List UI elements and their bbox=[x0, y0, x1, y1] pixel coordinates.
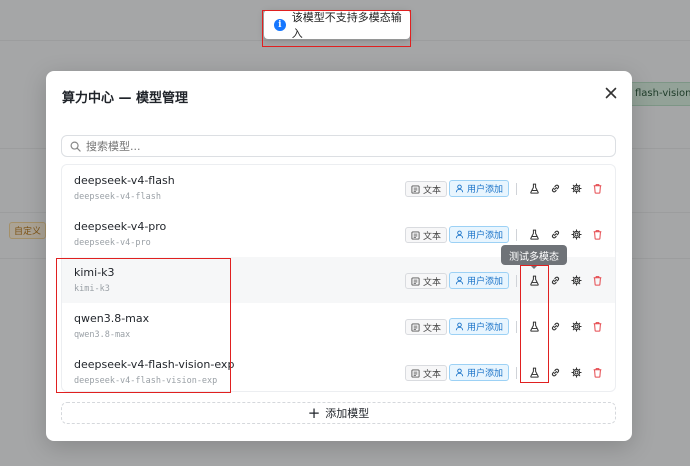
type-tag: 文本 bbox=[405, 365, 448, 381]
model-id: deepseek-v4-flash bbox=[74, 192, 161, 202]
action-divider bbox=[516, 275, 517, 287]
delete-button[interactable] bbox=[589, 272, 605, 288]
text-icon bbox=[411, 184, 420, 194]
trash-icon bbox=[593, 229, 601, 240]
action-divider bbox=[516, 229, 517, 241]
search-icon bbox=[70, 141, 81, 152]
gear-icon bbox=[570, 228, 582, 240]
flask-icon bbox=[529, 183, 539, 194]
type-tag: 文本 bbox=[405, 181, 448, 197]
action-divider bbox=[516, 367, 517, 379]
trash-icon bbox=[593, 321, 601, 332]
type-tag-label: 文本 bbox=[423, 231, 442, 242]
type-tag: 文本 bbox=[405, 227, 448, 243]
model-name: deepseek-v4-flash bbox=[74, 174, 175, 187]
text-icon bbox=[411, 276, 420, 286]
settings-button[interactable] bbox=[568, 180, 584, 196]
source-tag: 用户添加 bbox=[449, 318, 510, 335]
source-tag-label: 用户添加 bbox=[467, 277, 504, 287]
link-icon bbox=[551, 184, 559, 192]
action-divider bbox=[516, 321, 517, 333]
source-tag: 用户添加 bbox=[449, 364, 510, 381]
user-icon bbox=[455, 368, 464, 377]
source-tag-label: 用户添加 bbox=[467, 323, 504, 333]
link-icon bbox=[551, 230, 559, 238]
type-tag: 文本 bbox=[405, 273, 448, 289]
delete-button[interactable] bbox=[589, 364, 605, 380]
flask-icon bbox=[529, 229, 539, 240]
type-tag-label: 文本 bbox=[423, 323, 442, 334]
user-icon bbox=[455, 184, 464, 193]
model-name: deepseek-v4-pro bbox=[74, 220, 167, 233]
add-model-button[interactable]: + 添加模型 bbox=[61, 402, 616, 424]
gear-icon bbox=[570, 182, 582, 194]
dialog-title: 算力中心 — 模型管理 bbox=[62, 91, 189, 106]
delete-button[interactable] bbox=[589, 318, 605, 334]
source-tag: 用户添加 bbox=[449, 272, 510, 289]
source-tag-label: 用户添加 bbox=[467, 185, 504, 195]
test-multimodal-tooltip: 测试多模态 bbox=[501, 245, 567, 269]
text-icon bbox=[411, 322, 420, 332]
highlight-box-test-buttons bbox=[520, 265, 549, 383]
gear-icon bbox=[570, 366, 582, 378]
link-button[interactable] bbox=[547, 364, 563, 380]
plus-icon: + bbox=[307, 403, 321, 422]
settings-button[interactable] bbox=[568, 272, 584, 288]
model-id: deepseek-v4-pro bbox=[74, 238, 151, 248]
text-icon bbox=[411, 368, 420, 378]
delete-button[interactable] bbox=[589, 226, 605, 242]
gear-icon bbox=[570, 274, 582, 286]
text-icon bbox=[411, 230, 420, 240]
highlight-box-models bbox=[56, 258, 231, 393]
type-tag-label: 文本 bbox=[423, 369, 442, 380]
delete-button[interactable] bbox=[589, 180, 605, 196]
user-icon bbox=[455, 230, 464, 239]
trash-icon bbox=[593, 275, 601, 286]
type-tag-label: 文本 bbox=[423, 185, 442, 196]
type-tag: 文本 bbox=[405, 319, 448, 335]
add-model-label: 添加模型 bbox=[325, 407, 370, 420]
search-input[interactable] bbox=[86, 139, 615, 153]
test-multimodal-button[interactable] bbox=[526, 226, 542, 242]
settings-button[interactable] bbox=[568, 318, 584, 334]
settings-button[interactable] bbox=[568, 364, 584, 380]
search-box[interactable] bbox=[61, 135, 616, 157]
link-button[interactable] bbox=[547, 180, 563, 196]
link-icon bbox=[551, 276, 559, 284]
link-button[interactable] bbox=[547, 272, 563, 288]
user-icon bbox=[455, 322, 464, 331]
trash-icon bbox=[593, 367, 601, 378]
source-tag-label: 用户添加 bbox=[467, 369, 504, 379]
close-button[interactable] bbox=[604, 87, 618, 101]
test-multimodal-button[interactable] bbox=[526, 180, 542, 196]
link-icon bbox=[551, 322, 559, 330]
source-tag-label: 用户添加 bbox=[467, 231, 504, 241]
link-button[interactable] bbox=[547, 226, 563, 242]
source-tag: 用户添加 bbox=[449, 180, 510, 197]
trash-icon bbox=[593, 183, 601, 194]
close-icon bbox=[605, 87, 617, 99]
user-icon bbox=[455, 276, 464, 285]
settings-button[interactable] bbox=[568, 226, 584, 242]
highlight-box-toast bbox=[262, 10, 411, 47]
type-tag-label: 文本 bbox=[423, 277, 442, 288]
action-divider bbox=[516, 183, 517, 195]
link-icon bbox=[551, 368, 559, 376]
source-tag: 用户添加 bbox=[449, 226, 510, 243]
model-row: deepseek-v4-flash deepseek-v4-flash 文本 用… bbox=[62, 165, 615, 211]
gear-icon bbox=[570, 320, 582, 332]
link-button[interactable] bbox=[547, 318, 563, 334]
